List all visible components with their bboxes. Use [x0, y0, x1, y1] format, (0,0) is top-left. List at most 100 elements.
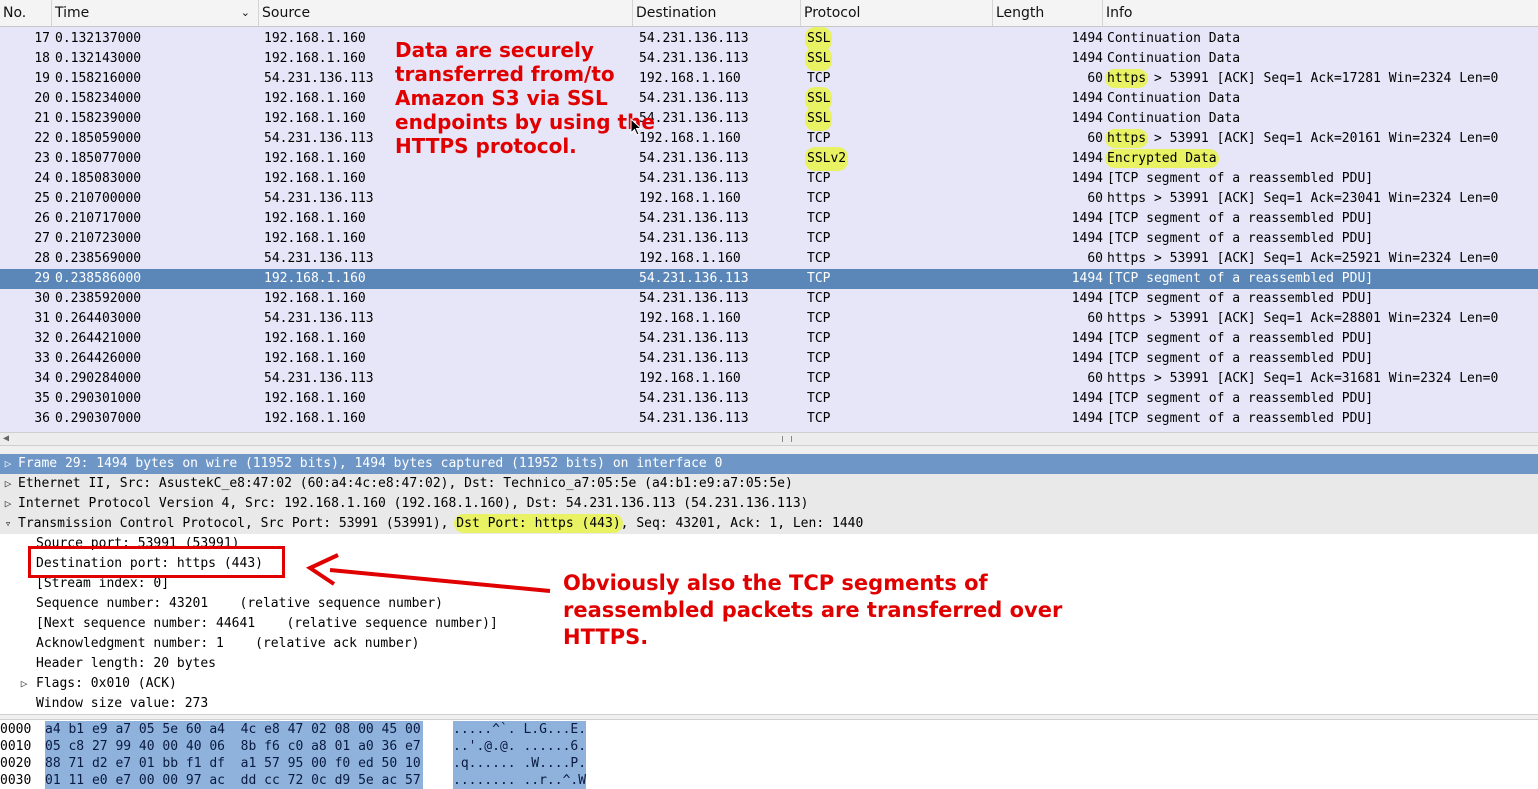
- info-text: [TCP segment of a reassembled PDU]: [1107, 271, 1374, 286]
- table-row[interactable]: 34 0.290284000 54.231.136.113 192.168.1.160…: [0, 369, 1538, 389]
- cell-length: 1494: [1071, 231, 1103, 246]
- tree-item-tcp[interactable]: ▿ Transmission Control Protocol, Src Por…: [0, 514, 1538, 534]
- table-row[interactable]: 33 0.264426000 192.168.1.160 54.231.136.113…: [0, 349, 1538, 369]
- table-row[interactable]: 24 0.185083000 192.168.1.160 54.231.136.113…: [0, 169, 1538, 189]
- bytes-row[interactable]: 0010 05 c8 27 99 40 00 40 06 8b f6 c0 a8 …: [0, 738, 1538, 755]
- cell-time: 0.264403000: [55, 311, 142, 326]
- cell-no: 22: [34, 131, 50, 146]
- table-row[interactable]: 32 0.264421000 192.168.1.160 54.231.136.113…: [0, 329, 1538, 349]
- cell-time: 0.238569000: [55, 251, 142, 266]
- cell-length: 1494: [1071, 291, 1103, 306]
- cell-destination: 54.231.136.113: [639, 351, 749, 366]
- column-info[interactable]: Info: [1103, 0, 1538, 26]
- cell-info: Encrypted Data: [1107, 149, 1217, 169]
- sort-arrow-icon[interactable]: ⌄: [241, 0, 250, 26]
- triangle-right-icon[interactable]: ▷: [18, 674, 30, 694]
- cell-info: [TCP segment of a reassembled PDU]: [1107, 229, 1373, 249]
- tcp-field-header-length[interactable]: Header length: 20 bytes: [0, 654, 1538, 674]
- cell-no: 25: [34, 191, 50, 206]
- cell-time: 0.238586000: [55, 271, 142, 286]
- packet-bytes-pane[interactable]: 0000 a4 b1 e9 a7 05 5e 60 a4 4c e8 47 02 …: [0, 720, 1538, 789]
- cell-length: 60: [1087, 311, 1103, 326]
- column-no[interactable]: No.: [0, 0, 52, 26]
- scroll-left-icon[interactable]: ◀: [3, 433, 9, 445]
- cell-no: 20: [34, 91, 50, 106]
- column-destination[interactable]: Destination: [633, 0, 801, 26]
- tcp-field-window-size[interactable]: Window size value: 273: [0, 694, 1538, 714]
- pane-splitter[interactable]: [0, 446, 1538, 454]
- table-row[interactable]: 17 0.132137000 192.168.1.160 54.231.136.113…: [0, 29, 1538, 49]
- cell-protocol: TCP: [807, 131, 831, 146]
- cell-protocol: TCP: [807, 171, 831, 186]
- annotation-bottom: Obviously also the TCP segments of reass…: [563, 571, 1063, 649]
- table-row[interactable]: 18 0.132143000 192.168.1.160 54.231.136.113…: [0, 49, 1538, 69]
- cell-source: 192.168.1.160: [264, 291, 366, 306]
- bytes-offset: 0010: [0, 739, 32, 754]
- table-row[interactable]: 21 0.158239000 192.168.1.160 54.231.136.113…: [0, 109, 1538, 129]
- cell-time: 0.158234000: [55, 91, 142, 106]
- table-row[interactable]: 26 0.210717000 192.168.1.160 54.231.136.113…: [0, 209, 1538, 229]
- cell-info: [TCP segment of a reassembled PDU]: [1107, 269, 1373, 289]
- table-row[interactable]: 30 0.238592000 192.168.1.160 54.231.136.113…: [0, 289, 1538, 309]
- bytes-row[interactable]: 0000 a4 b1 e9 a7 05 5e 60 a4 4c e8 47 02 …: [0, 721, 1538, 738]
- column-time[interactable]: Time ⌄: [52, 0, 259, 26]
- table-row[interactable]: 29 0.238586000 192.168.1.160 54.231.136.113…: [0, 269, 1538, 289]
- column-source[interactable]: Source: [259, 0, 633, 26]
- cell-protocol: TCP: [807, 391, 831, 406]
- cell-length: 1494: [1071, 411, 1103, 426]
- cell-destination: 192.168.1.160: [639, 371, 741, 386]
- cell-source: 192.168.1.160: [264, 31, 366, 46]
- cell-length: 1494: [1071, 151, 1103, 166]
- column-protocol[interactable]: Protocol: [801, 0, 993, 26]
- column-length[interactable]: Length: [993, 0, 1103, 26]
- triangle-right-icon[interactable]: ▷: [2, 454, 14, 474]
- tcp-field-flags[interactable]: ▷ Flags: 0x010 (ACK): [0, 674, 1538, 694]
- scroll-grip-icon[interactable]: [782, 436, 792, 442]
- table-row[interactable]: 36 0.290307000 192.168.1.160 54.231.136.113…: [0, 409, 1538, 429]
- tree-item-ethernet[interactable]: ▷ Ethernet II, Src: AsustekC_e8:47:02 (6…: [0, 474, 1538, 494]
- cell-protocol: SSL: [807, 29, 831, 49]
- table-row[interactable]: 22 0.185059000 54.231.136.113 192.168.1.160…: [0, 129, 1538, 149]
- table-row[interactable]: 19 0.158216000 54.231.136.113 192.168.1.160…: [0, 69, 1538, 89]
- table-row[interactable]: 23 0.185077000 192.168.1.160 54.231.136.113…: [0, 149, 1538, 169]
- mouse-cursor-icon: [630, 118, 642, 136]
- table-row[interactable]: 35 0.290301000 192.168.1.160 54.231.136.113…: [0, 389, 1538, 409]
- tree-item-frame[interactable]: ▷ Frame 29: 1494 bytes on wire (11952 bi…: [0, 454, 1538, 474]
- cell-length: 1494: [1071, 391, 1103, 406]
- cell-destination: 54.231.136.113: [639, 91, 749, 106]
- triangle-down-icon[interactable]: ▿: [2, 514, 14, 534]
- cell-destination: 192.168.1.160: [639, 251, 741, 266]
- table-row[interactable]: 20 0.158234000 192.168.1.160 54.231.136.113…: [0, 89, 1538, 109]
- bytes-row[interactable]: 0020 88 71 d2 e7 01 bb f1 df a1 57 95 00 …: [0, 755, 1538, 772]
- cell-info: [TCP segment of a reassembled PDU]: [1107, 349, 1373, 369]
- table-row[interactable]: 31 0.264403000 54.231.136.113 192.168.1.160…: [0, 309, 1538, 329]
- triangle-right-icon[interactable]: ▷: [2, 494, 14, 514]
- cell-info: Continuation Data: [1107, 29, 1240, 49]
- packet-list-scrollbar[interactable]: ◀: [0, 432, 1538, 446]
- cell-time: 0.290307000: [55, 411, 142, 426]
- cell-info: Continuation Data: [1107, 109, 1240, 129]
- triangle-right-icon[interactable]: ▷: [2, 474, 14, 494]
- cell-destination: 54.231.136.113: [639, 291, 749, 306]
- cell-no: 26: [34, 211, 50, 226]
- annotation-box: [28, 546, 285, 578]
- cell-info: https > 53991 [ACK] Seq=1 Ack=25921 Win=…: [1107, 249, 1498, 269]
- table-row[interactable]: 25 0.210700000 54.231.136.113 192.168.1.160…: [0, 189, 1538, 209]
- table-row[interactable]: 28 0.238569000 54.231.136.113 192.168.1.160…: [0, 249, 1538, 269]
- cell-length: 60: [1087, 191, 1103, 206]
- info-text: [TCP segment of a reassembled PDU]: [1107, 211, 1374, 226]
- info-text: https > 53991 [ACK] Seq=1 Ack=31681 Win=…: [1107, 371, 1499, 386]
- table-row[interactable]: 27 0.210723000 192.168.1.160 54.231.136.113…: [0, 229, 1538, 249]
- cell-length: 1494: [1071, 51, 1103, 66]
- cell-time: 0.185083000: [55, 171, 142, 186]
- tree-item-ip[interactable]: ▷ Internet Protocol Version 4, Src: 192.…: [0, 494, 1538, 514]
- cell-no: 34: [34, 371, 50, 386]
- cell-length: 1494: [1071, 351, 1103, 366]
- bytes-row[interactable]: 0030 01 11 e0 e7 00 00 97 ac dd cc 72 0c …: [0, 772, 1538, 789]
- cell-source: 54.231.136.113: [264, 191, 374, 206]
- cell-source: 192.168.1.160: [264, 391, 366, 406]
- cell-info: [TCP segment of a reassembled PDU]: [1107, 409, 1373, 429]
- packet-list[interactable]: No. Time ⌄ Source Destination Protocol L…: [0, 0, 1538, 432]
- cell-source: 54.231.136.113: [264, 131, 374, 146]
- cell-info: [TCP segment of a reassembled PDU]: [1107, 329, 1373, 349]
